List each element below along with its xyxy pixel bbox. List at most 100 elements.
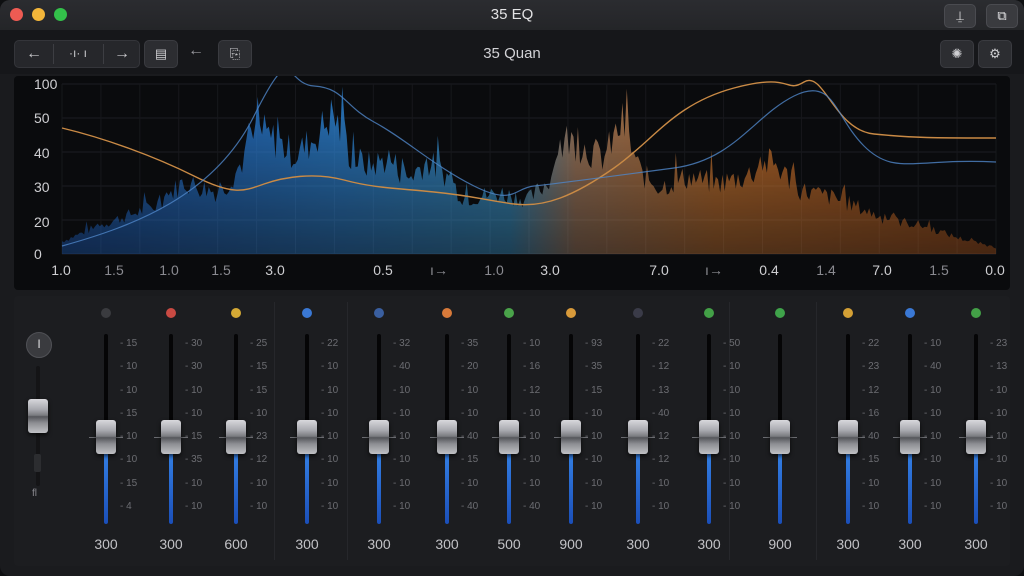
fader-handle[interactable] bbox=[499, 420, 519, 455]
scale-tick: - 12 bbox=[862, 384, 880, 396]
scale-tick: - 12 bbox=[250, 454, 268, 466]
channel-color-indicator[interactable] bbox=[843, 308, 853, 318]
channel-frequency-value[interactable]: 600 bbox=[224, 536, 247, 552]
channel-color-indicator[interactable] bbox=[101, 308, 111, 318]
scale-tick: - 12 bbox=[652, 361, 670, 373]
x-axis-label: 0.5 bbox=[373, 262, 393, 278]
fader-handle[interactable] bbox=[699, 420, 719, 455]
scale-tick: - 10 bbox=[393, 501, 411, 513]
x-axis-label: 7.0 bbox=[872, 262, 892, 278]
fader-handle[interactable] bbox=[226, 420, 246, 455]
master-fader-handle[interactable] bbox=[28, 399, 48, 433]
scale-tick: - 10 bbox=[585, 407, 603, 419]
undo-icon[interactable]: ← bbox=[188, 42, 204, 60]
channel-color-indicator[interactable] bbox=[905, 308, 915, 318]
channel-frequency-value[interactable]: 300 bbox=[898, 536, 921, 552]
scale-tick: - 10 bbox=[321, 384, 339, 396]
channel-frequency-value[interactable]: 500 bbox=[497, 536, 520, 552]
fader-scale: - 23 - 13 - 10 - 10 - 10 - 10 - 10 - 10 bbox=[990, 332, 1007, 518]
forward-arrow-icon[interactable]: → bbox=[105, 41, 139, 67]
channel-color-indicator[interactable] bbox=[775, 308, 785, 318]
scale-tick: - 10 bbox=[723, 384, 741, 396]
master-label: fl bbox=[32, 488, 37, 499]
channel-frequency-value[interactable]: 300 bbox=[159, 536, 182, 552]
channel-color-indicator[interactable] bbox=[302, 308, 312, 318]
scale-tick: - 12 bbox=[523, 384, 541, 396]
scale-tick: - 10 bbox=[393, 407, 411, 419]
navigation-group: ← ·ı· ı → bbox=[14, 40, 140, 68]
fader-handle[interactable] bbox=[297, 420, 317, 455]
back-arrow-icon[interactable]: ← bbox=[17, 41, 51, 67]
scale-tick: - 10 bbox=[652, 501, 670, 513]
scale-tick: - 15 bbox=[120, 407, 138, 419]
channel-color-indicator[interactable] bbox=[971, 308, 981, 318]
channel-frequency-value[interactable]: 300 bbox=[626, 536, 649, 552]
scale-tick: - 16 bbox=[862, 407, 880, 419]
channel-frequency-value[interactable]: 300 bbox=[964, 536, 987, 552]
channel-frequency-value[interactable]: 900 bbox=[768, 536, 791, 552]
x-axis-label: 3.0 bbox=[265, 262, 285, 278]
analyzer-icon[interactable]: ✺ bbox=[940, 40, 974, 68]
scale-tick: - 10 bbox=[120, 431, 138, 443]
scale-tick: - 10 bbox=[321, 454, 339, 466]
scale-tick: - 10 bbox=[990, 384, 1008, 396]
fader-handle[interactable] bbox=[966, 420, 986, 455]
channel-color-indicator[interactable] bbox=[704, 308, 714, 318]
channel-frequency-value[interactable]: 300 bbox=[836, 536, 859, 552]
spectrum-analyzer[interactable]: 100 50 40 30 20 0 1.0 1.5 1.0 1.5 3.0 0.5 ı→ 1.… bbox=[14, 76, 1010, 290]
fader-scale: - 10 - 16 - 12 - 10 - 10 - 10 - 10 - 40 bbox=[523, 332, 540, 518]
channel-color-indicator[interactable] bbox=[231, 308, 241, 318]
channel-frequency-value[interactable]: 300 bbox=[367, 536, 390, 552]
fader-handle[interactable] bbox=[369, 420, 389, 455]
channel-frequency-value[interactable]: 300 bbox=[94, 536, 117, 552]
scale-tick: - 10 bbox=[321, 407, 339, 419]
fader-scale: - 35 - 20 - 10 - 10 - 40 - 15 - 10 - 40 bbox=[461, 332, 478, 518]
channel-color-indicator[interactable] bbox=[504, 308, 514, 318]
scale-tick: - 10 bbox=[393, 384, 411, 396]
fader-handle[interactable] bbox=[770, 420, 790, 455]
page-icon[interactable]: ⎘ bbox=[218, 40, 252, 68]
solo-button[interactable]: I bbox=[26, 332, 52, 358]
scale-tick: - 10 bbox=[120, 361, 138, 373]
channel-color-indicator[interactable] bbox=[566, 308, 576, 318]
scale-tick: - 10 bbox=[321, 501, 339, 513]
fader-handle[interactable] bbox=[161, 420, 181, 455]
scale-tick: - 23 bbox=[250, 431, 268, 443]
channel-frequency-value[interactable]: 300 bbox=[697, 536, 720, 552]
channel-color-indicator[interactable] bbox=[442, 308, 452, 318]
marker-icon[interactable]: ·ı· ı bbox=[55, 41, 101, 67]
scale-tick: - 10 bbox=[185, 407, 203, 419]
channel-color-indicator[interactable] bbox=[633, 308, 643, 318]
scale-tick: - 25 bbox=[250, 338, 268, 349]
fader-scale: - 22 - 23 - 12 - 16 - 40 - 15 - 10 - 10 bbox=[862, 332, 879, 518]
divider bbox=[103, 44, 104, 64]
channel-color-indicator[interactable] bbox=[374, 308, 384, 318]
fader-handle[interactable] bbox=[628, 420, 648, 455]
y-axis-label: 20 bbox=[34, 214, 50, 230]
document-icon[interactable]: ▤ bbox=[144, 40, 178, 68]
fader-scale: - 22 - 10 - 10 - 10 - 10 - 10 - 10 - 10 bbox=[321, 332, 338, 518]
fader-handle[interactable] bbox=[96, 420, 116, 455]
fader-handle[interactable] bbox=[437, 420, 457, 455]
scale-tick: - 10 bbox=[585, 431, 603, 443]
scale-tick: - 15 bbox=[185, 431, 203, 443]
channel-color-indicator[interactable] bbox=[166, 308, 176, 318]
scale-tick: - 22 bbox=[862, 338, 880, 349]
share-icon[interactable]: ⍊ bbox=[944, 4, 976, 28]
scale-tick: - 10 bbox=[990, 454, 1008, 466]
scale-tick: - 15 bbox=[585, 384, 603, 396]
channel-frequency-value[interactable]: 300 bbox=[435, 536, 458, 552]
fader-mixer: I fl - 15 - 10 - 10 - 15 - 10 - 10 - 15 - 4 300 -… bbox=[14, 296, 1010, 566]
fader-handle[interactable] bbox=[900, 420, 920, 455]
fader-handle[interactable] bbox=[838, 420, 858, 455]
x-axis-label: 0.0 bbox=[985, 262, 1005, 278]
scale-tick: - 10 bbox=[120, 454, 138, 466]
channel-frequency-value[interactable]: 300 bbox=[295, 536, 318, 552]
scale-tick: - 10 bbox=[461, 477, 479, 489]
scale-tick: - 32 bbox=[393, 338, 411, 349]
fader-handle[interactable] bbox=[561, 420, 581, 455]
window-icon[interactable]: ⧉ bbox=[986, 4, 1018, 28]
channel-frequency-value[interactable]: 900 bbox=[559, 536, 582, 552]
gear-icon[interactable]: ⚙ bbox=[978, 40, 1012, 68]
scale-tick: - 22 bbox=[321, 338, 339, 349]
